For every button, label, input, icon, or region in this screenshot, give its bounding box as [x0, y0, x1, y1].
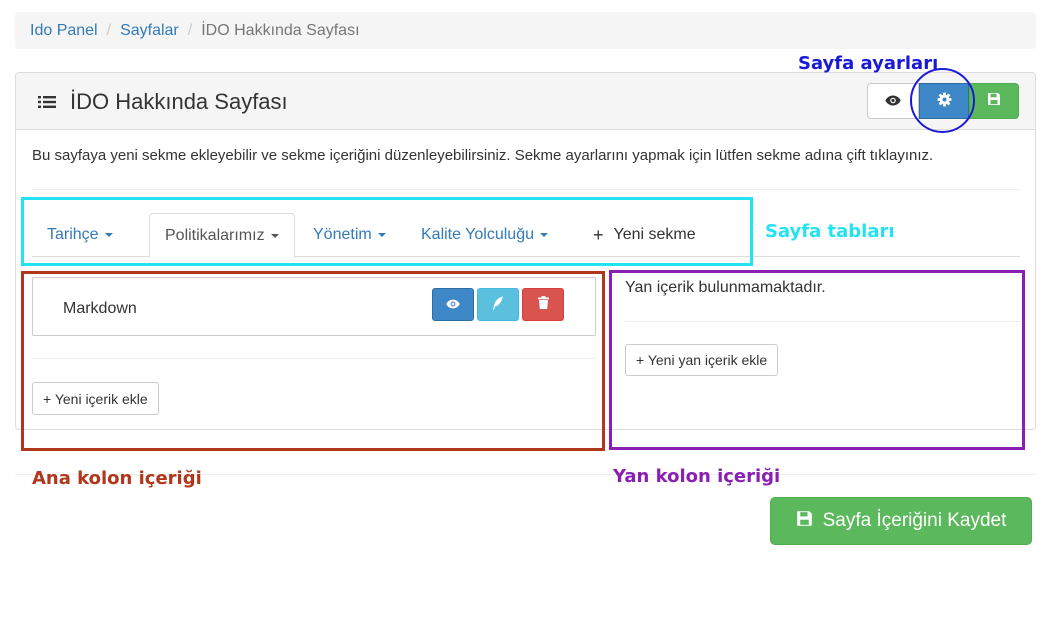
settings-highlight-circle	[910, 68, 975, 133]
breadcrumb-current: İDO Hakkında Sayfası	[201, 21, 360, 39]
breadcrumb-separator: /	[106, 21, 112, 39]
floppy-icon	[987, 92, 1001, 110]
breadcrumb-item-ido-panel[interactable]: Ido Panel	[30, 22, 98, 40]
main-column-highlight-box	[21, 271, 605, 451]
floppy-icon	[796, 510, 823, 533]
save-page-content-label: Sayfa İçeriğini Kaydet	[822, 510, 1007, 531]
annotation-page-settings: Sayfa ayarları	[798, 53, 939, 74]
page-title-text: İDO Hakkında Sayfası	[70, 89, 288, 114]
annotation-side-column: Yan kolon içeriği	[613, 466, 781, 487]
divider	[32, 189, 1020, 190]
side-column-highlight-box	[609, 270, 1025, 450]
panel-heading: İDO Hakkında Sayfası	[16, 73, 1035, 130]
annotation-page-tabs: Sayfa tabları	[765, 221, 895, 242]
breadcrumb-item-sayfalar[interactable]: Sayfalar	[120, 22, 179, 40]
breadcrumb-separator: /	[187, 21, 193, 39]
annotation-main-column: Ana kolon içeriği	[32, 468, 202, 489]
breadcrumb: Ido Panel / Sayfalar / İDO Hakkında Sayf…	[15, 12, 1036, 49]
eye-icon	[885, 93, 901, 110]
page-title: İDO Hakkında Sayfası	[38, 89, 288, 115]
list-icon	[38, 95, 56, 109]
save-page-button[interactable]	[969, 83, 1019, 119]
page-description: Bu sayfaya yeni sekme ekleyebilir ve sek…	[32, 147, 934, 164]
save-page-content-button[interactable]: Sayfa İçeriğini Kaydet	[770, 497, 1032, 545]
tabs-highlight-box	[21, 197, 753, 266]
